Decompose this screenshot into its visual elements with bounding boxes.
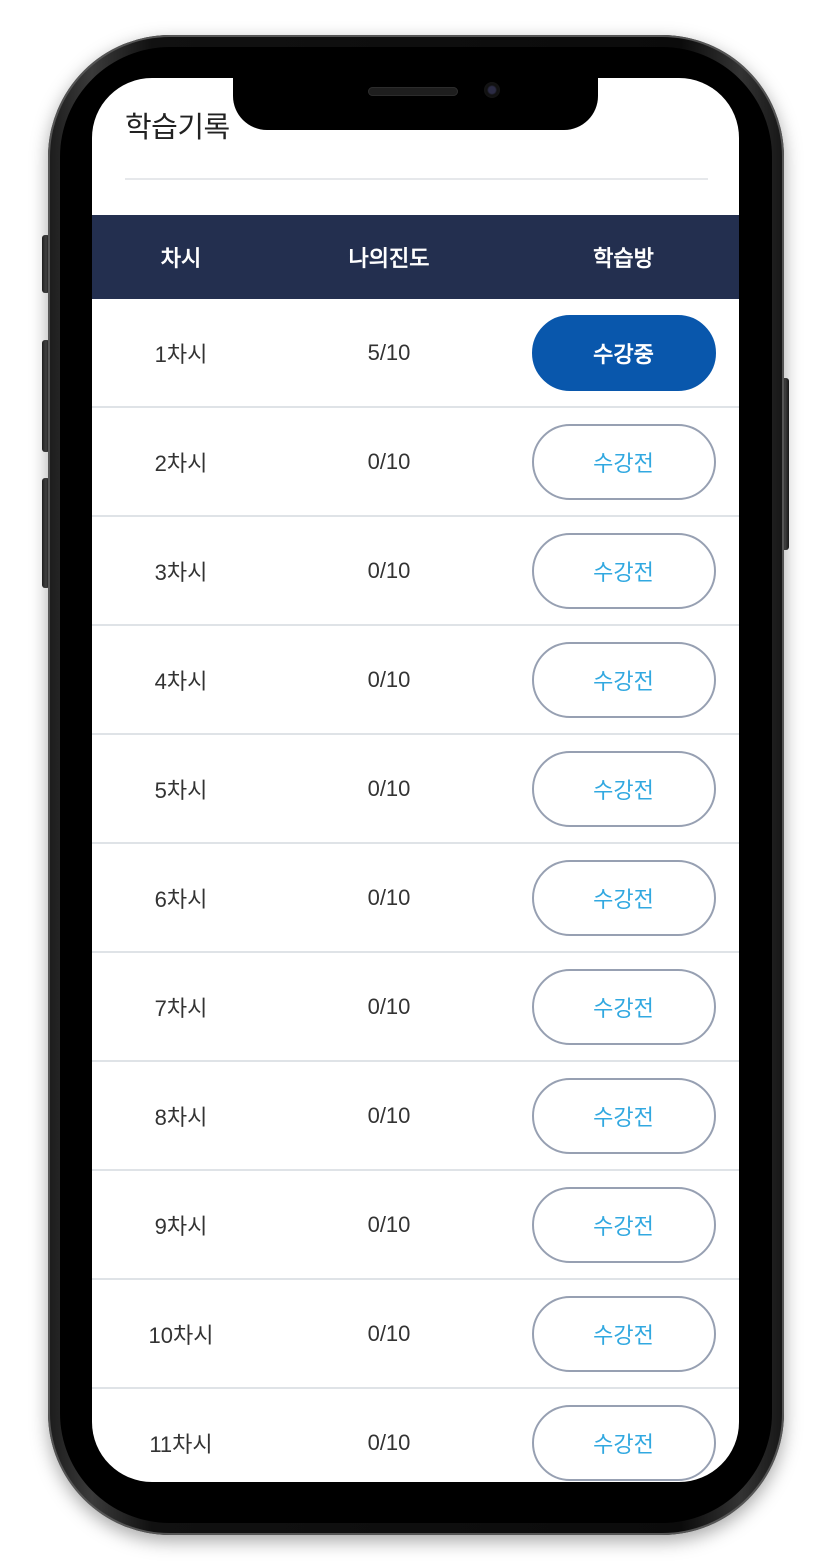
- session-cell: 8차시: [154, 1104, 208, 1130]
- table-row: 5차시 0/10 수강전: [92, 735, 739, 844]
- header-room: 학습방: [593, 247, 654, 272]
- progress-cell: 0/10: [367, 666, 411, 692]
- session-cell: 5차시: [154, 777, 208, 803]
- room-cell: 수강전: [508, 1295, 739, 1372]
- table-row: 6차시 0/10 수강전: [92, 844, 739, 953]
- session-cell: 1차시: [154, 341, 208, 367]
- room-cell: 수강전: [508, 423, 739, 500]
- session-cell: 6차시: [154, 886, 208, 912]
- room-cell: 수강전: [508, 1186, 739, 1263]
- table-row: 8차시 0/10 수강전: [92, 1062, 739, 1171]
- front-camera-icon: [484, 82, 500, 98]
- session-cell: 2차시: [154, 450, 208, 476]
- status-button[interactable]: 수강전: [531, 641, 716, 718]
- header-session: 차시: [160, 247, 202, 272]
- speaker-grille: [368, 87, 458, 96]
- status-button[interactable]: 수강전: [531, 1186, 716, 1263]
- session-cell: 7차시: [154, 995, 208, 1021]
- status-button[interactable]: 수강전: [531, 1077, 716, 1154]
- progress-cell: 0/10: [367, 1102, 411, 1128]
- session-cell: 4차시: [154, 668, 208, 694]
- table-row: 9차시 0/10 수강전: [92, 1171, 739, 1280]
- room-cell: 수강전: [508, 968, 739, 1045]
- table-row: 2차시 0/10 수강전: [92, 408, 739, 517]
- room-cell: 수강전: [508, 750, 739, 827]
- status-button[interactable]: 수강전: [531, 968, 716, 1045]
- progress-cell: 0/10: [367, 448, 411, 474]
- session-cell: 10차시: [148, 1322, 214, 1348]
- page-title: 학습기록: [125, 110, 230, 144]
- table-header: 차시 나의진도 학습방: [92, 215, 739, 299]
- status-button[interactable]: 수강전: [531, 750, 716, 827]
- status-button[interactable]: 수강전: [531, 532, 716, 609]
- status-button[interactable]: 수강전: [531, 423, 716, 500]
- table-row: 11차시 0/10 수강전: [92, 1389, 739, 1482]
- progress-cell: 0/10: [367, 775, 411, 801]
- progress-cell: 0/10: [367, 1320, 411, 1346]
- progress-cell: 5/10: [367, 339, 411, 365]
- table-row: 7차시 0/10 수강전: [92, 953, 739, 1062]
- progress-cell: 0/10: [367, 993, 411, 1019]
- session-cell: 3차시: [154, 559, 208, 585]
- lesson-list: 1차시 5/10 수강중 2차시 0/10 수강전 3차시 0/10 수강전 4…: [92, 299, 739, 1482]
- table-row: 10차시 0/10 수강전: [92, 1280, 739, 1389]
- status-button-active[interactable]: 수강중: [531, 314, 716, 391]
- room-cell: 수강전: [508, 1077, 739, 1154]
- session-cell: 9차시: [154, 1213, 208, 1239]
- status-button[interactable]: 수강전: [531, 1404, 716, 1481]
- progress-cell: 0/10: [367, 1429, 411, 1455]
- room-cell: 수강전: [508, 532, 739, 609]
- room-cell: 수강전: [508, 859, 739, 936]
- room-cell: 수강중: [508, 314, 739, 391]
- phone-screen: 학습기록 차시 나의진도 학습방 1차시 5/10 수강중 2차시 0/10 수…: [92, 78, 739, 1482]
- title-divider: [125, 178, 708, 180]
- progress-cell: 0/10: [367, 1211, 411, 1237]
- progress-cell: 0/10: [367, 557, 411, 583]
- table-row: 1차시 5/10 수강중: [92, 299, 739, 408]
- progress-cell: 0/10: [367, 884, 411, 910]
- room-cell: 수강전: [508, 1404, 739, 1481]
- status-button[interactable]: 수강전: [531, 1295, 716, 1372]
- session-cell: 11차시: [149, 1431, 213, 1457]
- table-row: 4차시 0/10 수강전: [92, 626, 739, 735]
- room-cell: 수강전: [508, 641, 739, 718]
- table-row: 3차시 0/10 수강전: [92, 517, 739, 626]
- notch: [233, 78, 598, 130]
- status-button[interactable]: 수강전: [531, 859, 716, 936]
- header-progress: 나의진도: [348, 247, 430, 272]
